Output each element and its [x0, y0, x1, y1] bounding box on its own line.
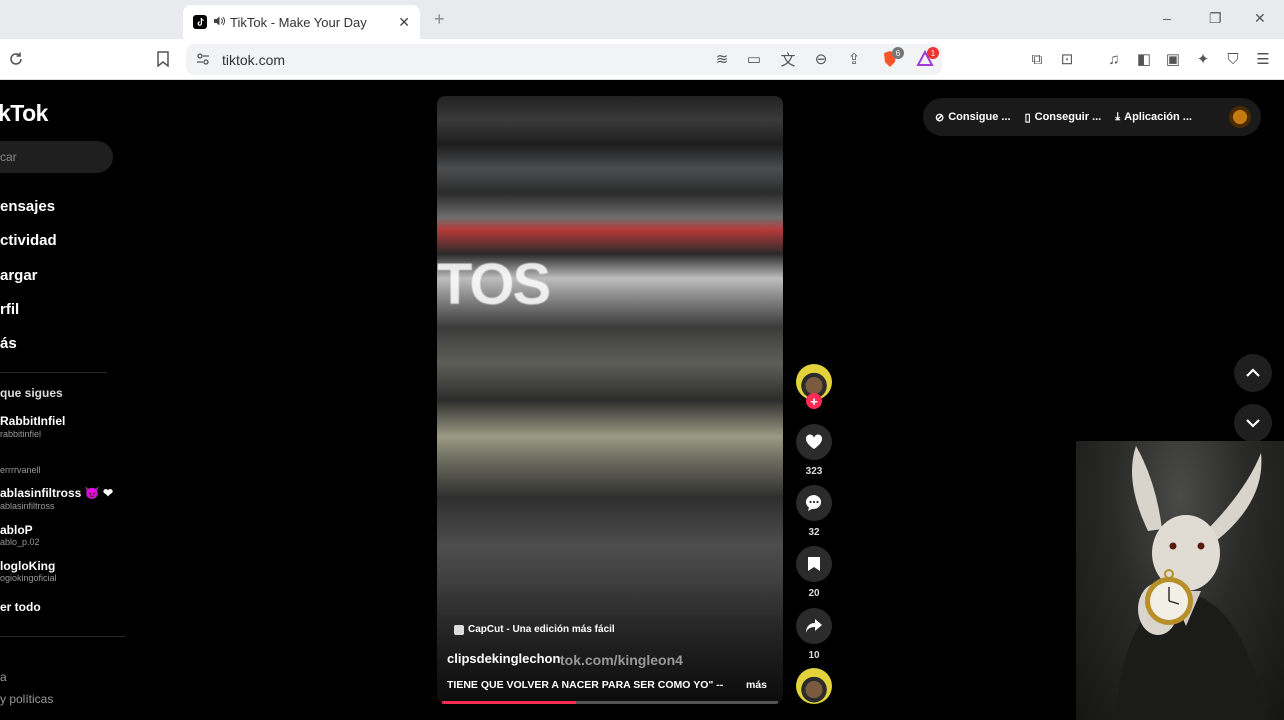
download-app-label: Aplicación ...	[1124, 111, 1192, 123]
download-icon: ⤓	[1115, 110, 1121, 123]
nav-activity[interactable]: ctividad	[0, 232, 57, 249]
video-overlay-text: TOS	[437, 252, 551, 317]
next-video-button[interactable]	[1234, 404, 1272, 442]
media-icon[interactable]: ♫	[1104, 49, 1124, 69]
share-icon[interactable]: ⇪	[844, 49, 864, 69]
sidebar-divider	[0, 636, 125, 637]
comment-count: 32	[808, 527, 820, 538]
comment-icon	[805, 494, 822, 511]
like-count: 323	[805, 466, 823, 477]
site-settings-icon[interactable]	[196, 52, 210, 69]
following-heading: que sigues	[0, 386, 63, 400]
cast-icon[interactable]: ▭	[744, 49, 764, 69]
follow-plus-icon[interactable]: +	[806, 393, 822, 409]
following-account-name[interactable]: logloKing	[0, 559, 55, 573]
share-count: 10	[808, 650, 820, 661]
phone-icon: ▯	[1024, 111, 1031, 124]
tab-title: TikTok - Make Your Day	[230, 14, 367, 30]
download-app-button[interactable]: ⤓ Aplicación ...	[1115, 111, 1192, 124]
following-account-handle: ablo_p.02	[0, 537, 40, 547]
nav-profile[interactable]: rfil	[0, 301, 19, 318]
like-button[interactable]	[796, 424, 832, 460]
leo-ai-icon[interactable]: ✦	[1193, 49, 1213, 69]
bookmark-icon[interactable]	[153, 49, 173, 69]
video-author[interactable]: clipsdekinglechon	[447, 651, 560, 666]
coin-icon: ⊘	[935, 111, 945, 124]
rewards-count-badge: 1	[927, 47, 939, 59]
following-account-handle: ablasinfiltross	[0, 501, 55, 511]
footer-link[interactable]: y políticas	[0, 692, 53, 706]
menu-icon[interactable]: ☰	[1253, 49, 1273, 69]
get-app-button[interactable]: ▯ Conseguir ...	[1025, 111, 1102, 124]
new-tab-button[interactable]: +	[434, 9, 445, 30]
browser-tab-bar: TikTok - Make Your Day ✕ + – ❐ ✕	[0, 0, 1284, 39]
video-player[interactable]: TOS CapCut - Una edición más fácil tok.c…	[437, 96, 783, 704]
capcut-icon	[454, 624, 464, 635]
url-text: tiktok.com	[222, 51, 286, 68]
video-watermark: tok.com/kingleon4	[560, 652, 683, 668]
following-account-handle: rabbitinfiel	[0, 429, 42, 439]
nav-more[interactable]: ás	[0, 335, 17, 352]
sidebar-divider	[0, 372, 107, 373]
extensions-icon[interactable]: ⧉	[1027, 49, 1047, 69]
share-arrow-icon	[806, 619, 822, 633]
save-count: 20	[808, 588, 820, 599]
get-coins-label: Consigue ...	[948, 111, 1011, 123]
top-actions-pill: ⊘ Consigue ... ▯ Conseguir ... ⤓ Aplicac…	[923, 98, 1261, 136]
search-input[interactable]: car	[0, 141, 113, 173]
comment-button[interactable]	[796, 485, 832, 521]
picture-in-picture-video[interactable]	[1076, 441, 1284, 720]
get-coins-button[interactable]: ⊘ Consigue ...	[935, 111, 1011, 124]
restore-button[interactable]: ❐	[1209, 10, 1222, 27]
video-progress-bar[interactable]	[442, 701, 778, 704]
brave-shields-icon[interactable]: 6	[880, 47, 904, 69]
share-button[interactable]	[796, 608, 832, 644]
save-button[interactable]	[796, 546, 832, 582]
close-window-button[interactable]: ✕	[1254, 10, 1266, 27]
bookmark-icon	[808, 557, 820, 571]
nav-messages[interactable]: ensajes	[0, 198, 55, 215]
sound-avatar[interactable]	[796, 668, 832, 704]
shields-count-badge: 6	[892, 47, 904, 59]
browser-toolbar: tiktok.com ≋ ▭ 文 ⊖ ⇪ 6 1 ⧉ ⊡ ♫ ◧ ▣ ✦ ⛉ ☰	[0, 39, 1284, 80]
tiktok-logo[interactable]: kTok	[0, 100, 48, 127]
rabbit-with-pocket-watch-image	[1116, 446, 1266, 720]
zoom-out-icon[interactable]: ⊖	[811, 49, 831, 69]
capcut-link[interactable]: CapCut - Una edición más fácil	[454, 624, 615, 635]
chevron-down-icon	[1246, 419, 1260, 428]
capcut-label: CapCut - Una edición más fácil	[468, 624, 615, 635]
translate-icon[interactable]: 文	[778, 49, 798, 69]
reload-icon[interactable]	[6, 49, 26, 69]
following-account-handle: ogiokingoficial	[0, 573, 57, 583]
footer-link[interactable]: a	[0, 670, 7, 684]
previous-video-button[interactable]	[1234, 354, 1272, 392]
following-account-name[interactable]: RabbitInfiel	[0, 414, 65, 428]
vpn-icon[interactable]: ⛉	[1223, 49, 1243, 69]
minimize-button[interactable]: –	[1163, 10, 1171, 26]
sidebar-toggle-icon[interactable]: ◧	[1134, 49, 1154, 69]
tiktok-favicon-icon	[193, 15, 207, 29]
speaker-icon[interactable]	[213, 15, 225, 30]
reader-off-icon[interactable]: ≋	[712, 49, 732, 69]
video-progress-fill	[442, 701, 577, 704]
see-all-link[interactable]: er todo	[0, 600, 41, 614]
chevron-up-icon	[1246, 368, 1260, 377]
caption-more-link[interactable]: más	[746, 679, 767, 691]
following-account-name[interactable]: abloP	[0, 523, 33, 537]
heart-icon	[805, 434, 823, 449]
get-app-label: Conseguir ...	[1034, 111, 1102, 123]
following-account-handle[interactable]: errrrvanell	[0, 465, 41, 475]
nav-upload[interactable]: argar	[0, 267, 38, 284]
browser-tab-tiktok[interactable]: TikTok - Make Your Day ✕	[183, 5, 420, 39]
following-account-name[interactable]: ablasinfiltross 😈 ❤	[0, 486, 113, 500]
profile-avatar[interactable]	[1229, 106, 1251, 128]
screenshot-icon[interactable]: ⊡	[1057, 49, 1077, 69]
tab-close-icon[interactable]: ✕	[398, 14, 410, 31]
video-caption: TIENE QUE VOLVER A NACER PARA SER COMO Y…	[447, 679, 724, 691]
wallet-icon[interactable]: ▣	[1163, 49, 1183, 69]
tiktok-page: kTok car ensajes ctividad argar rfil ás …	[0, 80, 1284, 720]
brave-rewards-icon[interactable]: 1	[915, 47, 939, 69]
